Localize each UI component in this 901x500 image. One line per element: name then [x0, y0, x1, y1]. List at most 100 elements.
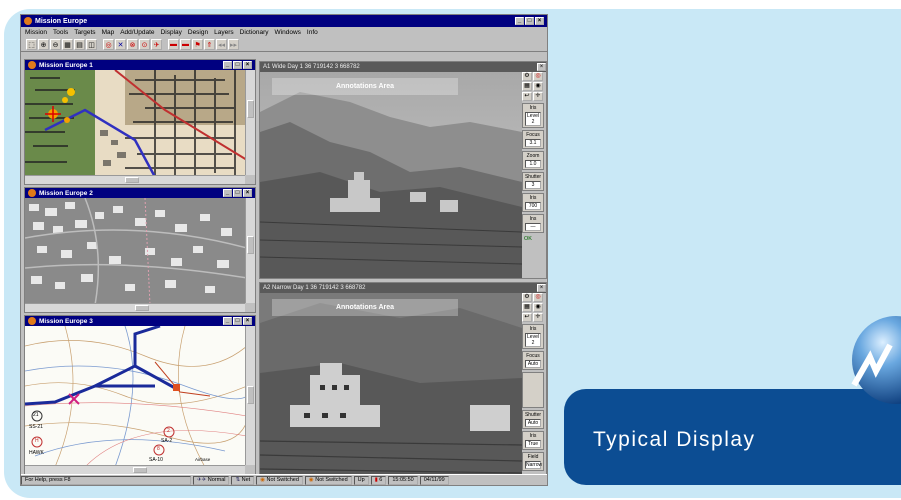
- minimize-button[interactable]: _: [223, 61, 232, 69]
- control-iris[interactable]: Iris Level 2: [522, 324, 544, 349]
- forward-icon[interactable]: ▸▸: [228, 39, 239, 50]
- radar-icon[interactable]: ⊙: [139, 39, 150, 50]
- control-value: True: [525, 440, 541, 448]
- control-focus[interactable]: Focus Auto: [522, 351, 544, 370]
- line-icon[interactable]: ▬: [180, 39, 191, 50]
- camera-window-wide: A1 Wide Day 1 36 719142 3 668782 × Annot…: [259, 61, 547, 279]
- close-button[interactable]: ×: [243, 317, 252, 325]
- camera-narrow-controls: ⚙ ◎ ▦ ◉ ↩ ✛ Iris Level 2 Focus Auto Shutte…: [522, 293, 545, 480]
- date-indicator: 04/11/99: [419, 475, 449, 485]
- record-icon[interactable]: ◉: [533, 82, 543, 91]
- maximize-button[interactable]: □: [233, 317, 242, 325]
- street-map-view[interactable]: [25, 70, 245, 175]
- label-sa-2: SA-2: [161, 438, 173, 444]
- vertical-scrollbar[interactable]: [245, 70, 255, 175]
- zoom-out-icon[interactable]: ⊖: [50, 39, 61, 50]
- aircraft-icon[interactable]: ✈: [151, 39, 162, 50]
- delete-target-icon[interactable]: ✕: [115, 39, 126, 50]
- horizontal-scrollbar[interactable]: [25, 175, 245, 184]
- label-ss-21: SS-21: [29, 424, 43, 430]
- map-window-3-title: Mission Europe 3: [39, 317, 93, 325]
- minimize-button[interactable]: _: [515, 17, 524, 25]
- snapshot-icon[interactable]: ▦: [522, 303, 532, 312]
- target-icon[interactable]: ◎: [103, 39, 114, 50]
- upload-icon[interactable]: ⇑: [204, 39, 215, 50]
- control-label: Ins: [529, 216, 537, 222]
- vertical-scrollbar[interactable]: [245, 326, 255, 465]
- marker-sa-10[interactable]: 8: [157, 446, 160, 452]
- menu-info[interactable]: Info: [307, 29, 318, 36]
- control-zoom[interactable]: Zoom 1.0: [522, 151, 544, 170]
- menu-mission[interactable]: Mission: [25, 29, 47, 36]
- close-button[interactable]: ×: [537, 284, 546, 292]
- menu-map[interactable]: Map: [102, 29, 115, 36]
- map-window-1-titlebar: Mission Europe 1 _ □ ×: [25, 60, 255, 70]
- horizontal-scrollbar[interactable]: [25, 465, 245, 474]
- snapshot-icon[interactable]: ▦: [522, 82, 532, 91]
- record-icon[interactable]: ◉: [533, 303, 543, 312]
- control-ins[interactable]: Ins —: [522, 214, 544, 233]
- camera-icon[interactable]: ⚙: [522, 72, 532, 81]
- menu-tools[interactable]: Tools: [53, 29, 68, 36]
- close-button[interactable]: ×: [535, 17, 544, 25]
- zoom-in-icon[interactable]: ⊕: [38, 39, 49, 50]
- control-shutter[interactable]: Shutter 3: [522, 172, 544, 191]
- minimize-button[interactable]: _: [223, 317, 232, 325]
- maximize-button[interactable]: □: [233, 61, 242, 69]
- grid-icon[interactable]: ▦: [62, 39, 73, 50]
- maximize-button[interactable]: □: [233, 189, 242, 197]
- crosshair-icon[interactable]: ✛: [533, 313, 543, 322]
- control-shutter[interactable]: Shutter Auto: [522, 410, 544, 429]
- control-iris[interactable]: Iris Level 2: [522, 103, 544, 128]
- control-iris-level[interactable]: Iris True: [522, 431, 544, 450]
- route-icon[interactable]: ▬: [168, 39, 179, 50]
- menu-targets[interactable]: Targets: [74, 29, 95, 36]
- target-icon[interactable]: ◎: [533, 293, 543, 302]
- flag-icon[interactable]: ⚑: [192, 39, 203, 50]
- select-tool-icon[interactable]: ⬚: [26, 39, 37, 50]
- control-label: Zoom: [526, 153, 540, 159]
- control-field[interactable]: Field Narrow: [522, 452, 544, 471]
- threat-icon[interactable]: ⊗: [127, 39, 138, 50]
- minimize-button[interactable]: _: [223, 189, 232, 197]
- menu-windows[interactable]: Windows: [275, 29, 301, 36]
- camera-icon[interactable]: ⚙: [522, 293, 532, 302]
- close-button[interactable]: ×: [537, 63, 546, 71]
- layers-icon[interactable]: ▤: [74, 39, 85, 50]
- marker-hawk[interactable]: H: [35, 438, 39, 444]
- camera-wide-title: A1 Wide Day 1 36 719142 3 668782: [263, 64, 360, 70]
- menu-add-update[interactable]: Add/Update: [120, 29, 154, 36]
- control-focus[interactable]: Focus 3.1: [522, 130, 544, 149]
- map-icon[interactable]: ◫: [86, 39, 97, 50]
- menu-layers[interactable]: Layers: [214, 29, 234, 36]
- tactical-map-view[interactable]: 21 SS-21 H HAWK 2 SA-2 8 SA-10 Airbase: [25, 326, 245, 465]
- camera-wide-image[interactable]: Annotations Area: [260, 72, 522, 278]
- close-button[interactable]: ×: [243, 61, 252, 69]
- maximize-button[interactable]: □: [525, 17, 534, 25]
- window-icon: [28, 189, 36, 197]
- map-window-2-title: Mission Europe 2: [39, 189, 93, 197]
- control-value: 700: [525, 202, 541, 210]
- undo-icon[interactable]: ↩: [522, 92, 532, 101]
- camera-wide-titlebar: A1 Wide Day 1 36 719142 3 668782 ×: [260, 62, 546, 72]
- net-indicator: ⇅ Net: [231, 475, 255, 485]
- marker-sa-2[interactable]: 2: [167, 428, 170, 434]
- marker-ss-21[interactable]: 21: [33, 412, 39, 418]
- undo-icon[interactable]: ↩: [522, 313, 532, 322]
- map-window-2-titlebar: Mission Europe 2 _ □ ×: [25, 188, 255, 198]
- rewind-icon[interactable]: ◂◂: [216, 39, 227, 50]
- horizontal-scrollbar[interactable]: [25, 303, 245, 312]
- mountain-monastery-closeup-photo: [260, 293, 522, 475]
- aerial-image-view[interactable]: [25, 198, 245, 303]
- camera-narrow-image[interactable]: Annotations Area: [260, 293, 522, 475]
- street-map-image: [25, 70, 245, 175]
- vertical-scrollbar[interactable]: [245, 198, 255, 303]
- control-iris-level[interactable]: Iris 700: [522, 193, 544, 212]
- menu-display[interactable]: Display: [161, 29, 182, 36]
- menu-dictionary[interactable]: Dictionary: [240, 29, 269, 36]
- target-icon[interactable]: ◎: [533, 72, 543, 81]
- menu-design[interactable]: Design: [188, 29, 208, 36]
- control-label: Field: [527, 454, 539, 460]
- crosshair-icon[interactable]: ✛: [533, 92, 543, 101]
- close-button[interactable]: ×: [243, 189, 252, 197]
